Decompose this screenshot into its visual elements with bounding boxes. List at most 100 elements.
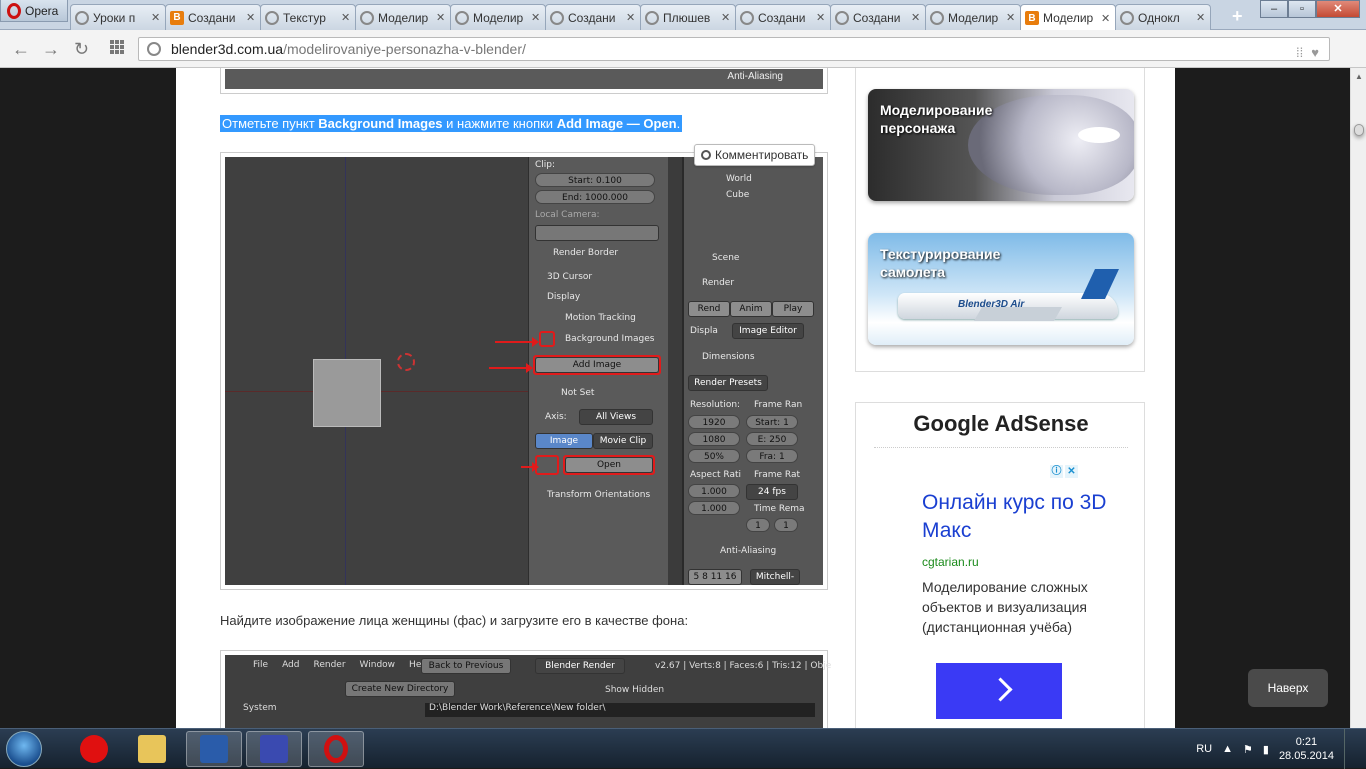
fps-select[interactable]: 24 fps bbox=[746, 484, 798, 500]
panel-motion-tracking[interactable]: Motion Tracking bbox=[535, 310, 662, 326]
reload-icon[interactable]: ↻ bbox=[74, 39, 89, 60]
render-presets-select[interactable]: Render Presets bbox=[688, 375, 768, 391]
res-x-field[interactable]: 1920 bbox=[688, 415, 740, 429]
language-indicator[interactable]: RU bbox=[1196, 743, 1212, 755]
create-directory-button[interactable]: Create New Directory bbox=[345, 681, 455, 697]
speed-dial-grid-icon[interactable] bbox=[110, 40, 124, 54]
panel-anti-aliasing[interactable]: Anti-Aliasing bbox=[690, 543, 817, 559]
browser-tab[interactable]: Текстур ✕ bbox=[260, 4, 356, 30]
browser-tab[interactable]: Однокл ✕ bbox=[1115, 4, 1211, 30]
aspect-x-field[interactable]: 1.000 bbox=[688, 484, 740, 498]
browser-tab[interactable]: Моделир ✕ bbox=[450, 4, 546, 30]
render-border-checkbox[interactable]: Render Border bbox=[535, 245, 662, 261]
tab-close-icon[interactable]: ✕ bbox=[341, 11, 351, 24]
clip-start-field[interactable]: Start: 0.100 bbox=[535, 173, 655, 187]
system-panel[interactable]: System bbox=[243, 703, 277, 713]
browser-tab[interactable]: Создани ✕ bbox=[545, 4, 641, 30]
address-field[interactable]: blender3d.com.ua/modelirovaniye-personaz… bbox=[138, 37, 1330, 61]
clock[interactable]: 0:21 28.05.2014 bbox=[1279, 735, 1334, 763]
source-image-toggle[interactable]: Image bbox=[535, 433, 593, 449]
blender-menu-item[interactable]: Add bbox=[282, 660, 299, 670]
aspect-y-field[interactable]: 1.000 bbox=[688, 501, 740, 515]
aa-filter-select[interactable]: Mitchell- bbox=[750, 569, 800, 585]
browser-tab[interactable]: Уроки п ✕ bbox=[70, 4, 166, 30]
blender-menu-item[interactable]: Window bbox=[360, 660, 396, 670]
source-movie-clip-toggle[interactable]: Movie Clip bbox=[593, 433, 653, 449]
related-post-character-modeling[interactable]: Моделирование персонажа bbox=[868, 89, 1134, 201]
clip-end-field[interactable]: End: 1000.000 bbox=[535, 190, 655, 204]
scroll-up-arrow-icon[interactable]: ▲ bbox=[1355, 72, 1363, 81]
tab-close-icon[interactable]: ✕ bbox=[911, 11, 921, 24]
taskbar-save-app[interactable] bbox=[246, 731, 302, 767]
display-select[interactable]: Image Editor bbox=[732, 323, 804, 339]
frame-start-field[interactable]: Start: 1 bbox=[746, 415, 798, 429]
time-remap-old[interactable]: 1 bbox=[746, 518, 770, 532]
tab-close-icon[interactable]: ✕ bbox=[1196, 11, 1206, 24]
render-still-button[interactable]: Rend bbox=[688, 301, 730, 317]
tab-close-icon[interactable]: ✕ bbox=[721, 11, 731, 24]
panel-3d-cursor[interactable]: 3D Cursor bbox=[535, 269, 662, 285]
ad-display-url[interactable]: cgtarian.ru bbox=[922, 555, 979, 569]
browser-tab[interactable]: B Моделир ✕ bbox=[1020, 4, 1116, 31]
res-y-field[interactable]: 1080 bbox=[688, 432, 740, 446]
render-engine-select[interactable]: Blender Render bbox=[535, 658, 625, 674]
blender-menu-item[interactable]: File bbox=[253, 660, 268, 670]
page-scrollbar[interactable]: ▲ bbox=[1350, 68, 1366, 728]
tab-close-icon[interactable]: ✕ bbox=[1101, 12, 1111, 25]
tray-expand-icon[interactable]: ▲ bbox=[1222, 743, 1233, 755]
bookmark-heart-icon[interactable]: ♥ bbox=[1311, 42, 1319, 64]
adchoices[interactable]: ⓘ ✕ bbox=[1050, 465, 1080, 479]
close-window-button[interactable]: ✕ bbox=[1316, 0, 1360, 18]
stash-icon[interactable]: ⁞⁞ bbox=[1296, 42, 1303, 64]
browser-tab[interactable]: Создани ✕ bbox=[830, 4, 926, 30]
adchoices-info-icon[interactable]: ⓘ bbox=[1050, 465, 1063, 478]
show-hidden-toggle[interactable]: Show Hidden bbox=[605, 685, 664, 695]
tab-close-icon[interactable]: ✕ bbox=[816, 11, 826, 24]
network-flag-icon[interactable]: ⚑ bbox=[1243, 743, 1253, 756]
taskbar-opera[interactable] bbox=[308, 731, 364, 767]
taskbar-word[interactable] bbox=[186, 731, 242, 767]
outliner-cube[interactable]: Cube bbox=[690, 187, 817, 203]
taskbar-explorer[interactable] bbox=[124, 731, 180, 767]
scrollbar-thumb[interactable] bbox=[1354, 124, 1364, 136]
tab-close-icon[interactable]: ✕ bbox=[246, 11, 256, 24]
panel-render[interactable]: Render bbox=[690, 275, 817, 291]
directory-path-field[interactable]: D:\Blender Work\Reference\New folder\ bbox=[425, 703, 815, 717]
minimize-button[interactable]: – bbox=[1260, 0, 1288, 18]
tab-close-icon[interactable]: ✕ bbox=[1006, 11, 1016, 24]
maximize-button[interactable]: ▫ bbox=[1288, 0, 1316, 18]
site-info-icon[interactable] bbox=[147, 42, 161, 56]
local-camera-field[interactable] bbox=[535, 225, 659, 241]
ad-go-arrow-button[interactable] bbox=[936, 663, 1062, 719]
aa-samples[interactable]: 5 8 11 16 bbox=[688, 569, 742, 585]
back-arrow-icon[interactable]: ← bbox=[12, 39, 30, 60]
blender-menu-item[interactable]: Render bbox=[314, 660, 346, 670]
taskbar-app-splat[interactable] bbox=[66, 731, 122, 767]
browser-tab[interactable]: Плюшев ✕ bbox=[640, 4, 736, 30]
render-animation-button[interactable]: Anim bbox=[730, 301, 772, 317]
tab-close-icon[interactable]: ✕ bbox=[151, 11, 161, 24]
panel-display[interactable]: Display bbox=[535, 289, 662, 305]
comment-button[interactable]: Комментировать bbox=[694, 144, 816, 166]
forward-arrow-icon[interactable]: → bbox=[42, 39, 60, 60]
new-tab-plus-icon[interactable]: + bbox=[1232, 6, 1243, 27]
tab-close-icon[interactable]: ✕ bbox=[626, 11, 636, 24]
play-button[interactable]: Play bbox=[772, 301, 814, 317]
res-percent-field[interactable]: 50% bbox=[688, 449, 740, 463]
browser-tab[interactable]: Создани ✕ bbox=[735, 4, 831, 30]
outliner-world[interactable]: World bbox=[690, 171, 817, 187]
tab-close-icon[interactable]: ✕ bbox=[436, 11, 446, 24]
back-to-previous-button[interactable]: Back to Previous bbox=[421, 658, 511, 674]
browser-tab[interactable]: Моделир ✕ bbox=[355, 4, 451, 30]
browser-tab[interactable]: Моделир ✕ bbox=[925, 4, 1021, 30]
axis-select[interactable]: All Views bbox=[579, 409, 653, 425]
signal-bars-icon[interactable]: ▮ bbox=[1263, 743, 1269, 756]
ad-close-icon[interactable]: ✕ bbox=[1065, 465, 1078, 478]
panel-dimensions[interactable]: Dimensions bbox=[690, 349, 817, 365]
ad-headline-link[interactable]: Онлайн курс по 3D Макс bbox=[922, 489, 1122, 545]
back-to-top-button[interactable]: Наверх bbox=[1248, 669, 1328, 707]
start-button[interactable] bbox=[6, 731, 42, 767]
browser-tab[interactable]: B Создани ✕ bbox=[165, 4, 261, 30]
frame-step-field[interactable]: Fra: 1 bbox=[746, 449, 798, 463]
related-post-plane-texturing[interactable]: Blender3D Air Текстурирование самолета bbox=[868, 233, 1134, 345]
